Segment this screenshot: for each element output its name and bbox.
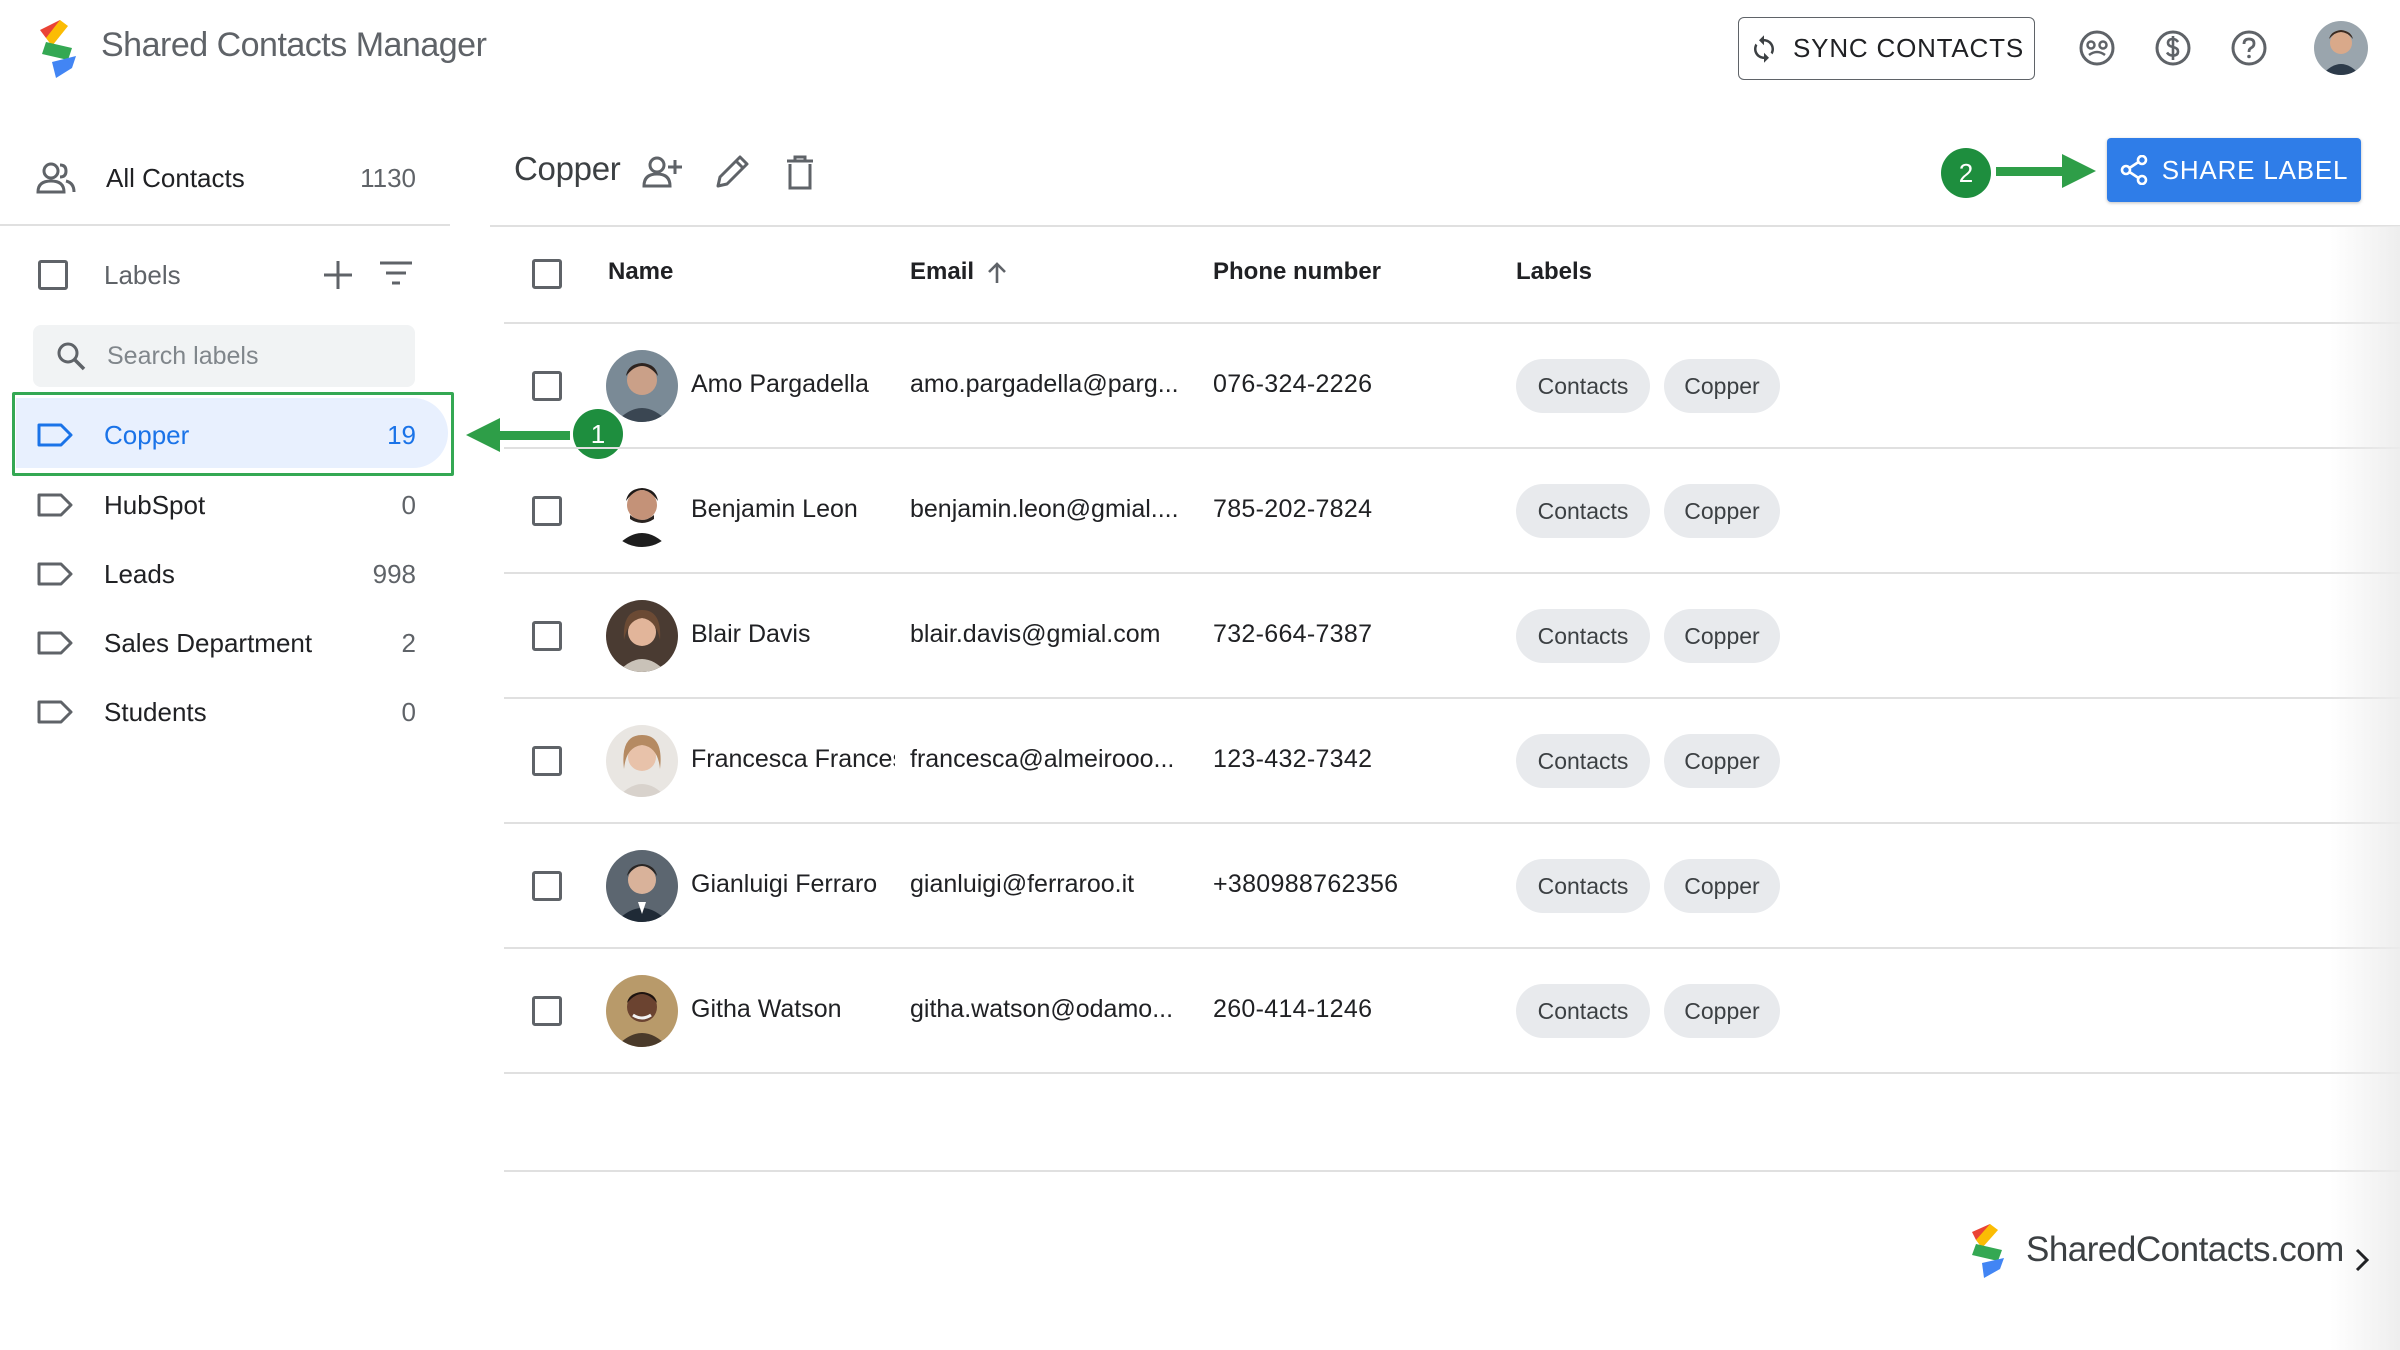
label-chip[interactable]: Copper (1664, 609, 1780, 663)
labels-header-label: Labels (104, 259, 181, 290)
contact-phone: 732-664-7387 (1213, 620, 1373, 648)
contact-name: Amo Pargadella (691, 370, 869, 398)
labels-header: Labels (38, 255, 418, 295)
contact-phone: 260-414-1246 (1213, 995, 1373, 1023)
share-label-button[interactable]: SHARE LABEL (2107, 138, 2361, 202)
label-chip[interactable]: Contacts (1516, 984, 1650, 1038)
contact-avatar (606, 725, 678, 797)
contact-name: Benjamin Leon (691, 495, 858, 523)
sort-ascending-icon (988, 262, 1006, 283)
contact-phone: 123-432-7342 (1213, 745, 1373, 773)
label-chip[interactable]: Copper (1664, 984, 1780, 1038)
app-logo-icon (40, 20, 76, 78)
all-contacts-label: All Contacts (106, 162, 245, 193)
table-row[interactable]: Blair Davis blair.davis@gmial.com 732-66… (0, 574, 2400, 698)
label-chip[interactable]: Contacts (1516, 609, 1650, 663)
share-label-text: SHARE LABEL (2161, 154, 2349, 185)
table-row[interactable]: Githa Watson githa.watson@odamo... 260-4… (0, 949, 2400, 1073)
contact-name: Gianluigi Ferraro (691, 870, 878, 898)
row-checkbox[interactable] (532, 496, 562, 526)
contact-avatar (606, 475, 678, 547)
all-contacts-item[interactable]: All Contacts 1130 (36, 150, 416, 206)
contact-email: benjamin.leon@gmial.... (910, 495, 1179, 523)
table-row[interactable]: Amo Pargadella amo.pargadella@parg... 07… (0, 324, 2400, 448)
add-label-icon[interactable] (320, 257, 356, 293)
all-contacts-count: 1130 (360, 162, 416, 193)
row-divider (504, 1072, 2400, 1074)
contact-email: francesca@almeirooo... (910, 745, 1175, 773)
contact-name: Blair Davis (691, 620, 811, 648)
add-person-icon[interactable] (642, 152, 682, 192)
label-chip[interactable]: Copper (1664, 734, 1780, 788)
delete-trash-icon[interactable] (780, 152, 820, 192)
chevron-right-icon[interactable] (2350, 1246, 2374, 1274)
brand-name: SharedContacts.com (2026, 1230, 2344, 1269)
annotation-arrow-right-icon (1996, 154, 2096, 188)
sidebar-divider (0, 224, 450, 226)
app-title: Shared Contacts Manager (101, 26, 487, 64)
label-chip[interactable]: Contacts (1516, 484, 1650, 538)
label-chip[interactable]: Contacts (1516, 734, 1650, 788)
column-header-name[interactable]: Name (608, 258, 673, 286)
label-chip[interactable]: Copper (1664, 484, 1780, 538)
user-avatar[interactable] (2314, 21, 2368, 75)
share-icon (2120, 155, 2148, 185)
row-checkbox[interactable] (532, 371, 562, 401)
column-header-labels[interactable]: Labels (1516, 258, 1592, 286)
contact-phone: 785-202-7824 (1213, 495, 1373, 523)
support-icon[interactable] (2077, 28, 2117, 68)
contact-email: gianluigi@ferraroo.it (910, 870, 1135, 898)
brand-logo-icon (1972, 1224, 2004, 1278)
column-header-email[interactable]: Email (910, 258, 1008, 286)
sync-contacts-label: SYNC CONTACTS (1793, 33, 2024, 63)
contact-phone: +380988762356 (1213, 870, 1399, 898)
row-checkbox[interactable] (532, 996, 562, 1026)
contact-phone: 076-324-2226 (1213, 370, 1373, 398)
labels-select-all-checkbox[interactable] (38, 260, 68, 290)
contact-avatar (606, 600, 678, 672)
select-all-checkbox[interactable] (532, 259, 562, 289)
main-divider (490, 225, 2400, 227)
label-chip[interactable]: Contacts (1516, 359, 1650, 413)
label-chip[interactable]: Copper (1664, 359, 1780, 413)
contact-email: githa.watson@odamo... (910, 995, 1174, 1023)
table-footer-divider (504, 1170, 2400, 1172)
annotation-step-2-badge: 2 (1941, 148, 1991, 198)
filter-icon[interactable] (378, 259, 414, 289)
table-row[interactable]: Francesca Francesco francesca@almeirooo.… (0, 699, 2400, 823)
table-row[interactable]: Benjamin Leon benjamin.leon@gmial.... 78… (0, 449, 2400, 573)
row-checkbox[interactable] (532, 746, 562, 776)
help-icon[interactable] (2229, 28, 2269, 68)
contact-name: Githa Watson (691, 995, 842, 1023)
column-header-email-label: Email (910, 258, 975, 285)
row-checkbox[interactable] (532, 621, 562, 651)
label-chip[interactable]: Contacts (1516, 859, 1650, 913)
contact-email: blair.davis@gmial.com (910, 620, 1161, 648)
sync-icon (1754, 34, 1775, 63)
sync-contacts-button[interactable]: SYNC CONTACTS (1738, 17, 2035, 80)
billing-icon[interactable] (2153, 28, 2193, 68)
contact-avatar (606, 350, 678, 422)
contact-email: amo.pargadella@parg... (910, 370, 1179, 398)
label-chip[interactable]: Copper (1664, 859, 1780, 913)
page-title: Copper (514, 150, 621, 187)
contact-name: Francesca Francesco (691, 745, 895, 773)
table-row[interactable]: Gianluigi Ferraro gianluigi@ferraroo.it … (0, 824, 2400, 948)
row-checkbox[interactable] (532, 871, 562, 901)
column-header-phone[interactable]: Phone number (1213, 258, 1381, 286)
contact-avatar (606, 850, 678, 922)
scroll-edge-shadow (2330, 226, 2400, 1350)
contact-avatar (606, 975, 678, 1047)
people-icon (36, 162, 76, 194)
edit-pencil-icon[interactable] (712, 152, 752, 192)
